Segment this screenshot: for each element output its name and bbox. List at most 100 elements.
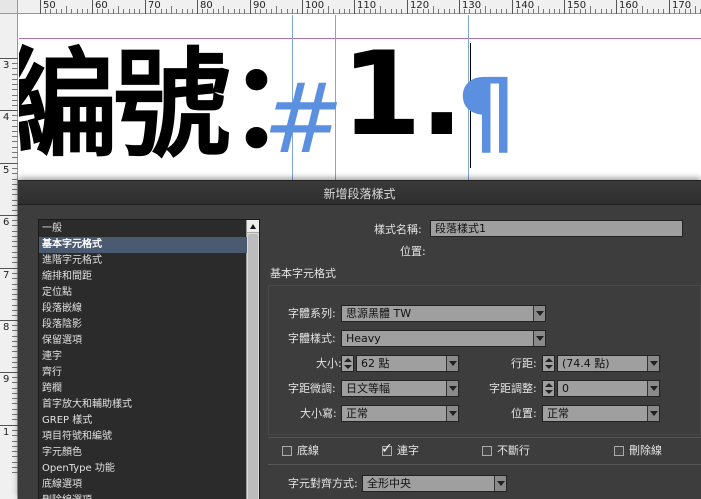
ruler-tick [281,9,282,14]
ruler-origin[interactable] [0,0,18,14]
ruler-tick [307,9,308,14]
kerning-dropdown[interactable]: 0 [557,380,660,397]
case-dropdown[interactable]: 正常 [341,405,459,422]
ruler-tick [333,9,334,14]
ruler-tick [601,9,602,14]
case-value: 正常 [346,407,368,420]
ruler-tick [176,9,177,14]
leading-dropdown[interactable]: (74.4 點) [557,355,660,372]
ruler-tick [642,6,643,14]
category-item[interactable]: OpenType 功能 [39,461,247,477]
category-scrollbar[interactable] [246,220,259,499]
section-title: 基本字元格式 [270,267,336,280]
category-item[interactable]: 保留選項 [39,333,247,349]
vertical-ruler[interactable]: 3 4 5 6 7 8 9 1 [0,14,18,499]
style-name-input[interactable]: 段落樣式1 [430,220,683,237]
ruler-tick [271,9,272,14]
ruler-label: 8 [3,322,10,333]
ruler-tick [0,110,18,111]
scroll-thumb[interactable] [248,234,258,499]
category-item[interactable]: 齊行 [39,365,247,381]
underline-checkbox[interactable] [282,446,292,456]
ruler-tick [244,9,245,14]
position-baseline-dropdown[interactable]: 正常 [542,405,660,422]
chevron-down-icon[interactable] [647,406,659,421]
chevron-down-icon[interactable] [533,306,545,321]
ruler-tick [517,9,518,14]
character-alignment-dropdown[interactable]: 全形中央 [362,475,507,492]
chevron-down-icon[interactable] [533,331,545,346]
ruler-tick [61,9,62,14]
ruler-tick [92,0,93,14]
ruler-tick [260,9,261,14]
ruler-tick [0,320,18,321]
ruler-tick [312,9,313,14]
ruler-tick [134,9,135,14]
chevron-down-icon[interactable] [446,381,458,396]
category-item[interactable]: 刪除線選項 [39,493,247,499]
ruler-tick [554,9,555,14]
ruler-tick [318,9,319,14]
chevron-down-icon[interactable] [494,476,506,491]
dialog-titlebar[interactable]: 新增段落樣式 [18,181,701,205]
ruler-tick [12,74,18,75]
category-item[interactable]: 段落嵌線 [39,301,247,317]
category-item[interactable]: 連字 [39,349,247,365]
category-item[interactable]: 基本字元格式 [39,237,247,253]
leading-stepper[interactable] [542,355,555,372]
ruler-label: 5 [3,165,10,176]
no-break-checkbox[interactable] [482,446,492,456]
hidden-char-hash: # [263,63,344,175]
ruler-tick [192,9,193,14]
ruler-tick [637,9,638,14]
ruler-tick [213,9,214,14]
ruler-tick [370,9,371,14]
scroll-up-icon[interactable] [247,220,259,233]
size-dropdown[interactable]: 62 點 [356,355,459,372]
ruler-tick [454,9,455,14]
category-item[interactable]: 底線選項 [39,477,247,493]
ruler-tick [349,9,350,14]
style-name-label: 樣式名稱: [374,223,422,236]
ruler-tick [506,9,507,14]
category-item[interactable]: 首字放大和輔助樣式 [39,397,247,413]
divider [268,437,701,438]
ruler-tick [129,9,130,14]
category-item[interactable]: 縮排和間距 [39,269,247,285]
ligature-label: 連字 [397,444,419,457]
ruler-tick [197,0,198,14]
ruler-tick [475,9,476,14]
category-item[interactable]: 字元顏色 [39,445,247,461]
ruler-tick [0,215,18,216]
tracking-dropdown[interactable]: 日文等幅 [341,380,459,397]
chevron-down-icon[interactable] [647,356,659,371]
category-item[interactable]: 段落陰影 [39,317,247,333]
ruler-tick [658,9,659,14]
category-item[interactable]: GREP 樣式 [39,413,247,429]
document-canvas[interactable]: 編號： # 1. ¶ [19,15,701,180]
ruler-tick [276,6,277,14]
category-item[interactable]: 進階字元格式 [39,253,247,269]
ruler-tick [423,9,424,14]
category-item[interactable]: 一般 [39,221,247,237]
chevron-down-icon[interactable] [446,406,458,421]
category-item[interactable]: 跨欄 [39,381,247,397]
ruler-tick [166,9,167,14]
category-item[interactable]: 項目符號和編號 [39,429,247,445]
horizontal-ruler[interactable]: 50 60 70 80 90 100 110 120 130 140 150 160 170 [0,0,701,14]
dialog-title: 新增段落樣式 [323,187,396,201]
ruler-tick [549,9,550,14]
chevron-down-icon[interactable] [647,381,659,396]
kerning-stepper[interactable] [542,380,555,397]
category-list[interactable]: 一般 基本字元格式 進階字元格式 縮排和間距 定位點 段落嵌線 段落陰影 保留選項 連字 齊行 跨欄… [38,219,260,499]
font-style-dropdown[interactable]: Heavy [341,330,546,347]
ruler-tick [102,9,103,14]
size-stepper[interactable] [341,355,354,372]
font-family-dropdown[interactable]: 思源黑體 TW [341,305,546,322]
chevron-down-icon[interactable] [446,356,458,371]
position-baseline-label: 位置: [511,407,537,420]
strikethrough-checkbox[interactable] [614,446,624,456]
category-item[interactable]: 定位點 [39,285,247,301]
ruler-tick [444,9,445,14]
leading-label: 行距: [511,357,537,370]
